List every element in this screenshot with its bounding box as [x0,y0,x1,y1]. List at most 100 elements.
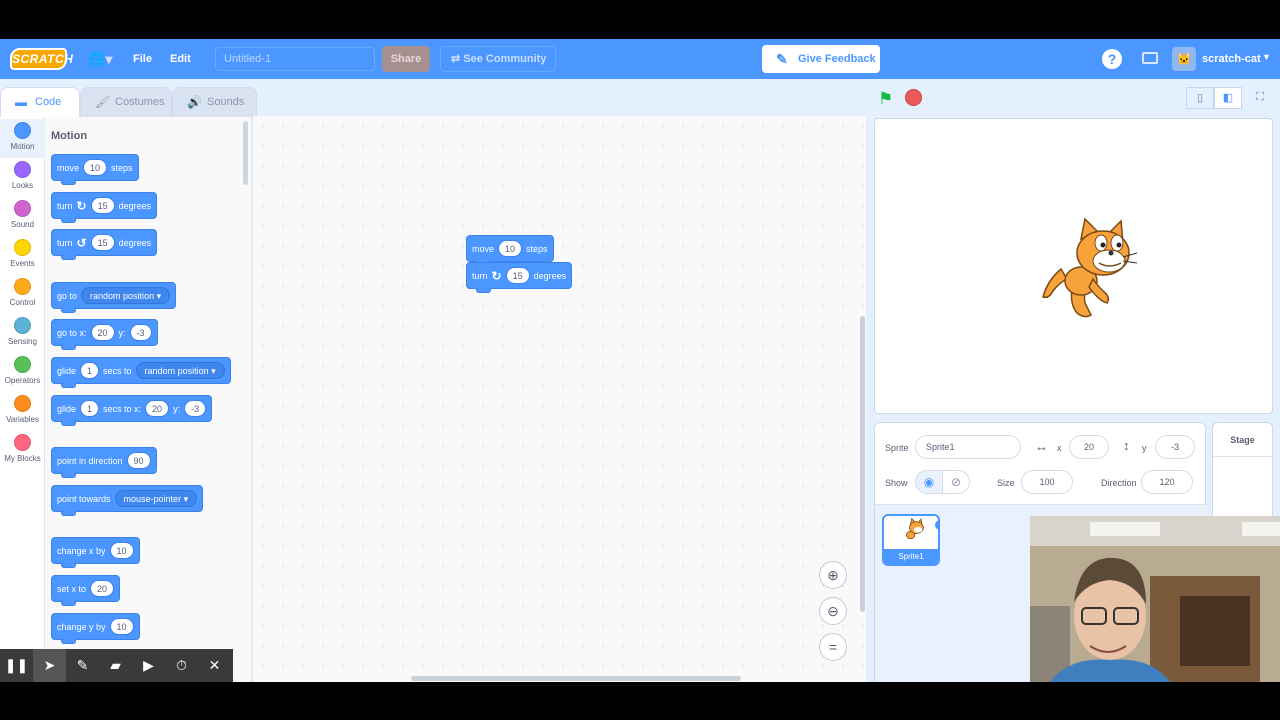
edit-menu[interactable]: Edit [170,53,191,65]
username[interactable]: scratch-cat [1202,53,1261,65]
category-control[interactable]: Control [0,275,45,314]
category-label: Operators [4,376,41,385]
block-change-y[interactable]: change y by 10 [51,613,140,644]
block-input[interactable]: 10 [109,542,134,559]
block-input[interactable]: 15 [90,197,115,214]
block-input[interactable]: 90 [126,452,151,469]
zoom-out-icon[interactable]: ⊖ [819,597,847,625]
block-change-x[interactable]: change x by 10 [51,537,140,568]
block-input[interactable]: 10 [109,618,134,635]
script-vertical-scrollbar[interactable] [860,316,865,612]
block-text: steps [526,243,548,254]
help-icon[interactable]: ? [1102,49,1122,69]
palette-scrollbar[interactable] [243,121,248,185]
dropdown-value: random position [144,366,209,376]
zoom-reset-icon[interactable]: = [819,633,847,661]
block-input[interactable]: 20 [90,580,115,597]
block-turn-left[interactable]: turn ↺ 15 degrees [51,229,158,260]
small-stage-icon[interactable]: ▯ [1186,87,1214,109]
close-icon[interactable]: ✕ [198,649,231,682]
y-input[interactable]: -3 [1155,435,1195,459]
pause-icon[interactable]: ❚❚ [0,649,33,682]
tab-costumes[interactable]: 🖌 Costumes [80,87,172,117]
block-input[interactable]: 15 [90,234,115,251]
block-dropdown[interactable]: mouse-pointer ▾ [114,490,198,507]
scratch-editor: SCRATCH 🌐▾ File Edit Untitled-1 Share ⇄ … [0,39,1280,682]
direction-input[interactable]: 120 [1141,470,1193,494]
tab-code[interactable]: ▬ Code [0,87,80,117]
fullscreen-icon[interactable]: ⛶ [1246,87,1274,109]
block-input[interactable]: 20 [90,324,115,341]
block-go-to-xy[interactable]: go to x: 20 y: -3 [51,319,158,350]
script-block-move[interactable]: move 10 steps [466,235,554,266]
block-point-in-direction[interactable]: point in direction 90 [51,447,157,478]
script-block-turn[interactable]: turn ↻ 15 degrees [466,262,573,293]
category-operators[interactable]: Operators [0,353,45,392]
block-input[interactable]: -3 [184,400,207,417]
block-dropdown[interactable]: random position ▾ [81,287,171,304]
block-input[interactable]: 10 [83,159,108,176]
stop-icon[interactable] [905,89,922,106]
chevron-down-icon[interactable]: ▼ [1262,52,1271,62]
category-events[interactable]: Events [0,236,45,275]
rotate-right-icon: ↻ [491,268,502,283]
control-dot-icon [14,278,31,295]
my-blocks-dot-icon [14,434,31,451]
block-input[interactable]: 20 [145,400,170,417]
block-move-steps[interactable]: move 10 steps [51,154,139,185]
block-input[interactable]: -3 [129,324,152,341]
block-input[interactable]: 1 [80,362,100,379]
project-title-input[interactable]: Untitled-1 [215,47,375,71]
sprite-name-input[interactable]: Sprite1 [915,435,1021,459]
timer-icon[interactable]: ⏱ [165,649,198,682]
globe-icon[interactable]: 🌐▾ [88,51,114,67]
category-looks[interactable]: Looks [0,158,45,197]
script-horizontal-scrollbar[interactable] [411,676,741,681]
show-hidden-icon[interactable]: ⊘ [942,470,970,494]
block-text: degrees [118,237,152,248]
block-input[interactable]: 15 [505,267,530,284]
block-turn-right[interactable]: turn ↻ 15 degrees [51,192,158,223]
block-set-x[interactable]: set x to 20 [51,575,121,606]
zoom-in-icon[interactable]: ⊕ [819,561,847,589]
green-flag-icon[interactable]: ⚑ [878,89,898,108]
pointer-icon[interactable]: ➤ [33,649,66,682]
delete-sprite-icon[interactable]: × [934,519,938,531]
share-button[interactable]: Share [382,46,430,72]
scratch-logo[interactable]: SCRATCH [10,48,73,70]
avatar[interactable]: 🐱 [1172,47,1196,71]
script-area[interactable]: move 10 steps turn ↻ 15 degrees ⊕ ⊖ = [253,116,866,682]
sprite-tile[interactable]: × Sprite1 [882,514,940,566]
block-text: point in direction [57,455,123,466]
category-my-blocks[interactable]: My Blocks [0,431,45,470]
tab-sounds[interactable]: 🔊 Sounds [172,87,257,117]
give-feedback-button[interactable]: ✎ Give Feedback [762,45,880,73]
pen-icon[interactable]: ✎ [66,649,99,682]
block-text: point towards [57,493,111,504]
block-input[interactable]: 10 [498,240,523,257]
block-text: glide [57,403,77,414]
category-motion[interactable]: Motion [0,119,45,158]
see-community-button[interactable]: ⇄ See Community [440,46,556,72]
folder-icon[interactable] [1142,52,1158,64]
size-input[interactable]: 100 [1021,470,1073,494]
pencil-icon: ✎ [776,51,788,67]
block-input[interactable]: 1 [80,400,100,417]
x-input[interactable]: 20 [1069,435,1109,459]
file-menu[interactable]: File [133,53,152,65]
highlighter-icon[interactable]: ▰ [99,649,132,682]
category-variables[interactable]: Variables [0,392,45,431]
block-glide-to[interactable]: glide 1 secs to random position ▾ [51,357,231,388]
camera-icon[interactable]: ▶ [132,649,165,682]
stage-canvas[interactable] [874,118,1273,414]
block-glide-xy[interactable]: glide 1 secs to x: 20 y: -3 [51,395,213,426]
cat-sprite[interactable] [1041,217,1139,322]
block-point-towards[interactable]: point towards mouse-pointer ▾ [51,485,204,516]
category-sensing[interactable]: Sensing [0,314,45,353]
show-visible-icon[interactable]: ◉ [915,470,943,494]
block-go-to[interactable]: go to random position ▾ [51,282,177,313]
events-dot-icon [14,239,31,256]
category-sound[interactable]: Sound [0,197,45,236]
block-dropdown[interactable]: random position ▾ [135,362,225,379]
normal-stage-icon[interactable]: ◧ [1214,87,1242,109]
